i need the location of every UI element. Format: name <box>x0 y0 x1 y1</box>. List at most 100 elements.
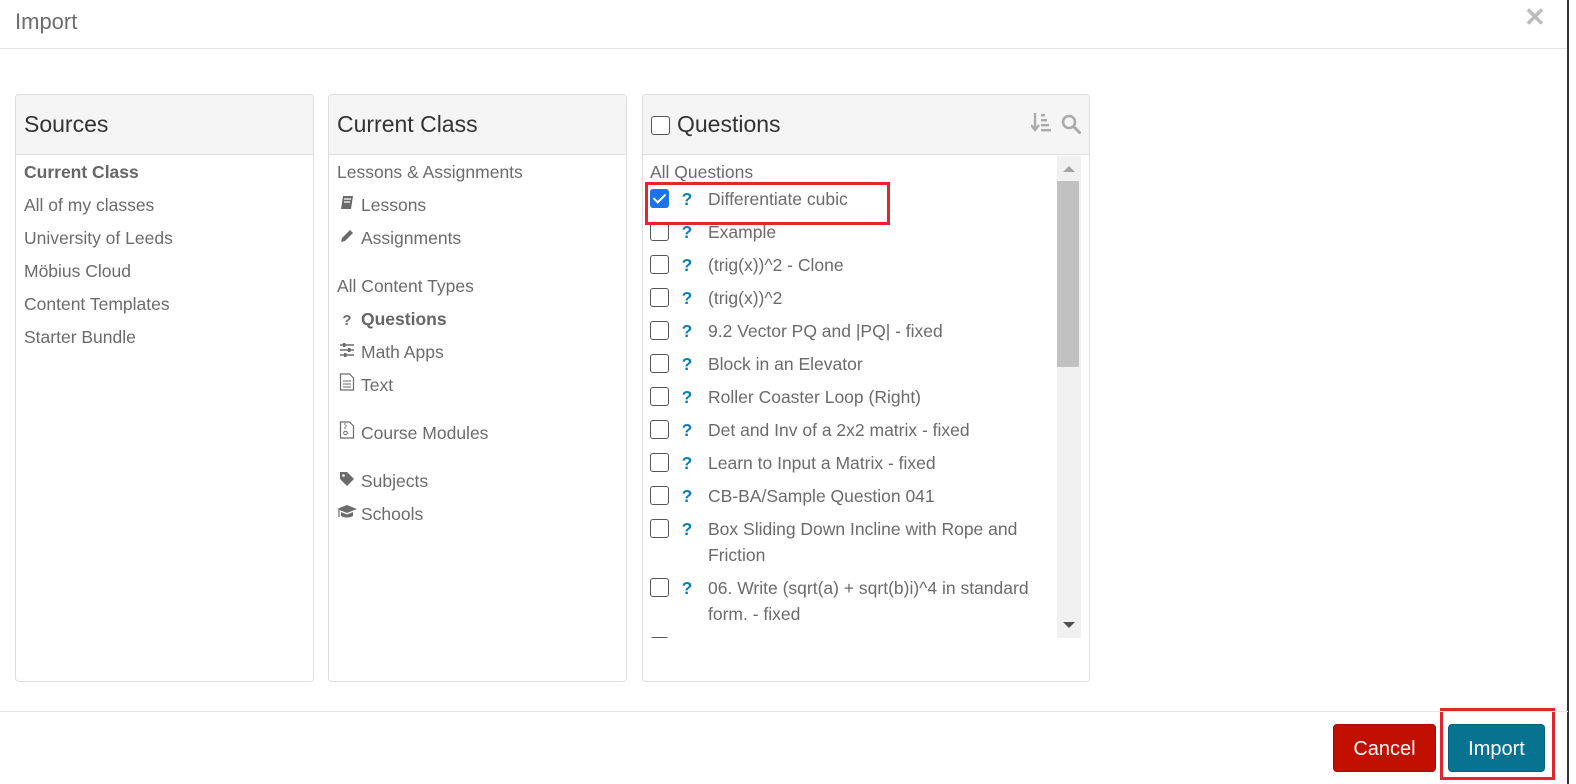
source-item-content-templates[interactable]: Content Templates <box>24 291 313 324</box>
question-title[interactable]: Box Sliding Down Incline with Rope and F… <box>708 516 1057 568</box>
question-type-icon: ? <box>681 255 693 275</box>
close-icon[interactable]: ✕ <box>1524 4 1546 30</box>
question-row[interactable]: ? 9.2 Vector PQ and |PQ| - fixed <box>650 318 1057 344</box>
question-row[interactable]: ? 06. Write (sqrt(a) + sqrt(b)i)^4 in sta… <box>650 575 1057 627</box>
question-title[interactable]: Det and Inv of a 2x2 matrix - fixed <box>708 417 1057 443</box>
question-icon: ? <box>342 312 352 329</box>
question-checkbox[interactable] <box>650 420 669 439</box>
question-checkbox[interactable] <box>650 288 669 307</box>
question-type-icon: ? <box>681 519 693 539</box>
question-checkbox[interactable] <box>650 387 669 406</box>
question-title[interactable]: (trig(x))^2 - Clone <box>708 252 1057 278</box>
scrollbar-thumb[interactable] <box>1057 181 1079 367</box>
questions-title: Questions <box>677 111 781 137</box>
question-type-icon: ? <box>681 222 693 242</box>
question-type-icon: ? <box>681 321 693 341</box>
question-title[interactable]: Learn to Input a Matrix - fixed <box>708 450 1057 476</box>
content-type-label: Course Modules <box>361 423 489 443</box>
content-type-questions[interactable]: ? Questions <box>337 306 626 339</box>
question-row[interactable]: ? Example <box>650 219 1057 245</box>
cancel-button[interactable]: Cancel <box>1333 724 1436 772</box>
content-type-course-modules[interactable]: Course Modules <box>337 420 626 453</box>
current-class-panel: Current Class Lessons & Assignments Lesso… <box>328 94 627 682</box>
current-class-panel-header: Current Class <box>329 95 626 155</box>
question-checkbox[interactable] <box>650 222 669 241</box>
question-title[interactable]: Block in an Elevator <box>708 351 1057 377</box>
question-row[interactable]: ? Block in an Elevator <box>650 351 1057 377</box>
current-class-title: Current Class <box>337 111 478 137</box>
scroll-up-arrow-icon[interactable] <box>1063 166 1075 172</box>
question-type-icon: ? <box>681 420 693 440</box>
content-type-math-apps[interactable]: Math Apps <box>337 339 626 372</box>
content-type-label: Text <box>361 375 394 395</box>
content-type-list: Lessons & Assignments Lessons Assignments A… <box>329 155 626 534</box>
question-row[interactable]: ? Roller Coaster Loop (Right) <box>650 384 1057 410</box>
source-item-starter-bundle[interactable]: Starter Bundle <box>24 324 313 357</box>
content-type-lessons[interactable]: Lessons <box>337 192 626 225</box>
group-heading-all-content-types[interactable]: All Content Types <box>337 273 626 306</box>
select-all-checkbox[interactable] <box>651 116 670 135</box>
question-title[interactable]: (trig(x))^2 <box>708 285 1057 311</box>
questions-panel: Questions All Questions ? Differentiate c… <box>642 94 1090 682</box>
question-row[interactable]: ? Differentiate cubic <box>650 186 1057 212</box>
question-checkbox[interactable] <box>650 354 669 373</box>
question-row[interactable]: ? (trig(x))^2 <box>650 285 1057 311</box>
questions-scrollbar[interactable] <box>1057 156 1081 638</box>
question-checkbox[interactable] <box>650 637 669 638</box>
question-type-icon: ? <box>681 453 693 473</box>
group-heading-lessons-assignments[interactable]: Lessons & Assignments <box>337 159 626 192</box>
source-item-m-bius-cloud[interactable]: Möbius Cloud <box>24 258 313 291</box>
question-row[interactable]: ? CB-BA/Sample Question 041 <box>650 483 1057 509</box>
question-checkbox[interactable] <box>650 321 669 340</box>
source-item-university-of-leeds[interactable]: University of Leeds <box>24 225 313 258</box>
content-type-assignments[interactable]: Assignments <box>337 225 626 258</box>
question-checkbox[interactable] <box>650 486 669 505</box>
question-type-icon: ? <box>681 189 693 209</box>
all-questions-heading: All Questions <box>650 162 754 182</box>
question-row[interactable]: ? Det and Inv of a 2x2 matrix - fixed <box>650 417 1057 443</box>
question-checkbox[interactable] <box>650 578 669 597</box>
question-title[interactable]: 06. Write (sqrt(a) + sqrt(b)i)^4 in stan… <box>708 575 1057 627</box>
search-icon[interactable] <box>1061 114 1081 139</box>
content-type-label: Assignments <box>361 228 462 248</box>
question-checkbox[interactable] <box>650 453 669 472</box>
sort-icon[interactable] <box>1030 113 1057 139</box>
question-row[interactable]: ? Box Sliding Down Incline with Rope and … <box>650 516 1057 568</box>
question-title[interactable]: CB-BA/Sample Question 041 <box>708 483 1057 509</box>
scroll-down-arrow-icon[interactable] <box>1063 622 1075 628</box>
questions-panel-header: Questions <box>643 95 1089 155</box>
question-row[interactable] <box>650 634 1057 638</box>
question-type-icon: ? <box>681 354 693 374</box>
question-type-icon: ? <box>681 387 693 407</box>
content-type-schools[interactable]: Schools <box>337 501 626 534</box>
question-type-icon: ? <box>681 288 693 308</box>
content-type-subjects[interactable]: Subjects <box>337 468 626 501</box>
sources-title: Sources <box>24 111 109 137</box>
question-title[interactable]: Example <box>708 219 1057 245</box>
window-edge <box>1567 0 1569 784</box>
questions-list: All Questions ? Differentiate cubic? Examp… <box>643 156 1057 638</box>
question-row[interactable]: ? (trig(x))^2 - Clone <box>650 252 1057 278</box>
source-item-current-class[interactable]: Current Class <box>24 159 313 192</box>
question-title[interactable]: Roller Coaster Loop (Right) <box>708 384 1057 410</box>
question-checkbox[interactable] <box>650 255 669 274</box>
sources-panel-header: Sources <box>16 95 313 155</box>
content-type-label: Subjects <box>361 471 429 491</box>
question-checkbox[interactable] <box>650 519 669 538</box>
question-checkbox[interactable] <box>650 189 669 208</box>
tag-icon <box>337 470 357 496</box>
question-title[interactable]: Differentiate cubic <box>708 186 1057 212</box>
question-title[interactable]: 9.2 Vector PQ and |PQ| - fixed <box>708 318 1057 344</box>
content-type-label: Lessons <box>361 195 427 215</box>
content-type-text[interactable]: Text <box>337 372 626 405</box>
import-button[interactable]: Import <box>1448 724 1545 772</box>
document-icon <box>337 373 357 400</box>
book-icon <box>337 194 357 220</box>
question-row[interactable]: ? Learn to Input a Matrix - fixed <box>650 450 1057 476</box>
sources-list: Current Class All of my classes University… <box>16 155 313 357</box>
source-item-all-of-my-classes[interactable]: All of my classes <box>24 192 313 225</box>
pencil-icon <box>337 227 357 253</box>
content-type-label: Schools <box>361 504 424 524</box>
